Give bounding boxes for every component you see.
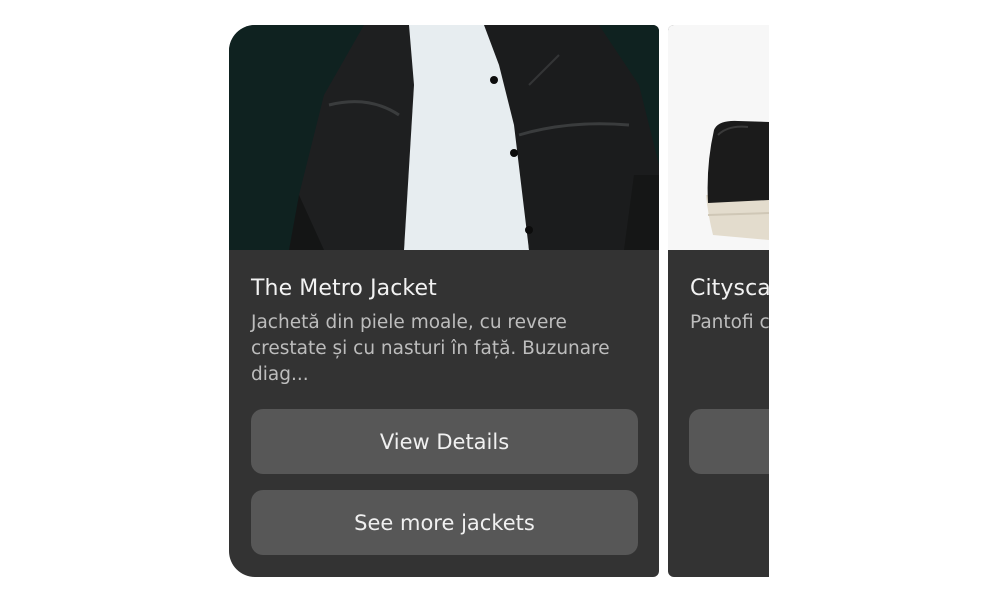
product-description: Jachetă din piele moale, cu revere crest…	[251, 312, 610, 385]
product-carousel[interactable]: The Metro Jacket Jachetă din piele moale…	[0, 0, 1000, 600]
view-details-button[interactable]: View Details	[251, 409, 638, 474]
product-description: Pantofi c margine ș...	[690, 312, 769, 333]
product-image-jacket[interactable]	[229, 25, 659, 250]
product-card-cityscape[interactable]: Citysca Pantofi c margine ș...	[668, 25, 769, 577]
product-title: The Metro Jacket	[251, 276, 437, 301]
product-title: Citysca	[690, 276, 769, 301]
product-card-metro-jacket[interactable]: The Metro Jacket Jachetă din piele moale…	[229, 25, 659, 577]
see-more-jackets-button[interactable]: See more jackets	[251, 490, 638, 555]
product-image-sneaker[interactable]	[668, 25, 769, 250]
view-details-button[interactable]	[689, 409, 769, 474]
